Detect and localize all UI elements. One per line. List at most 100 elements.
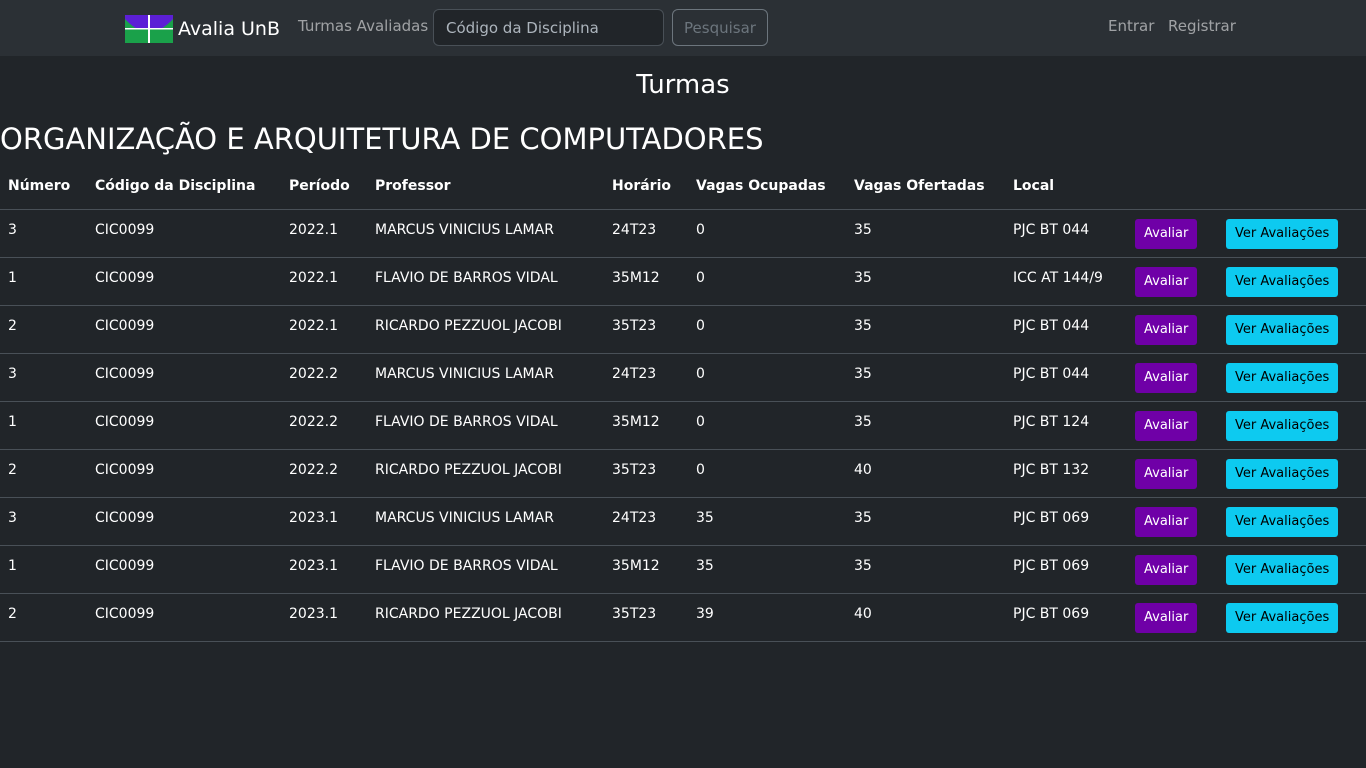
avaliar-button[interactable]: Avaliar xyxy=(1135,554,1198,585)
cell-horario: 24T23 xyxy=(604,209,688,258)
avaliar-button[interactable]: Avaliar xyxy=(1135,314,1198,345)
cell-avaliar: Avaliar xyxy=(1127,353,1218,402)
discipline-name: ORGANIZAÇÃO E ARQUITETURA DE COMPUTADORE… xyxy=(0,122,764,156)
cell-horario: 24T23 xyxy=(604,353,688,402)
ver-avaliacoes-button[interactable]: Ver Avaliações xyxy=(1226,362,1339,393)
cell-ocupadas: 0 xyxy=(688,449,846,498)
table-row: 2 CIC0099 2022.2 RICARDO PEZZUOL JACOBI 35T2… xyxy=(0,449,1366,498)
cell-ofertadas: 40 xyxy=(846,449,1005,498)
nav-link-register[interactable]: Registrar xyxy=(1168,17,1236,35)
ver-avaliacoes-button[interactable]: Ver Avaliações xyxy=(1226,554,1339,585)
table-row: 3 CIC0099 2022.1 MARCUS VINICIUS LAMAR 24T23… xyxy=(0,209,1366,258)
cell-ofertadas: 35 xyxy=(846,209,1005,258)
cell-codigo: CIC0099 xyxy=(87,593,281,642)
cell-professor: FLAVIO DE BARROS VIDAL xyxy=(367,401,604,450)
brand-link[interactable]: Avalia UnB xyxy=(125,15,280,43)
cell-professor: FLAVIO DE BARROS VIDAL xyxy=(367,257,604,306)
avaliar-button[interactable]: Avaliar xyxy=(1135,506,1198,537)
cell-numero: 3 xyxy=(0,353,87,402)
cell-local: PJC BT 069 xyxy=(1005,593,1127,642)
cell-horario: 35M12 xyxy=(604,401,688,450)
cell-numero: 1 xyxy=(0,401,87,450)
avaliar-button[interactable]: Avaliar xyxy=(1135,266,1198,297)
ver-avaliacoes-button[interactable]: Ver Avaliações xyxy=(1226,266,1339,297)
cell-local: PJC BT 124 xyxy=(1005,401,1127,450)
cell-ver-avaliacoes: Ver Avaliações xyxy=(1218,593,1366,642)
cell-numero: 2 xyxy=(0,305,87,354)
avaliar-button[interactable]: Avaliar xyxy=(1135,602,1198,633)
cell-codigo: CIC0099 xyxy=(87,257,281,306)
cell-numero: 1 xyxy=(0,545,87,594)
table-body: 3 CIC0099 2022.1 MARCUS VINICIUS LAMAR 24T23… xyxy=(0,209,1366,642)
avaliar-button[interactable]: Avaliar xyxy=(1135,362,1198,393)
cell-periodo: 2022.1 xyxy=(281,257,367,306)
cell-professor: MARCUS VINICIUS LAMAR xyxy=(367,353,604,402)
cell-periodo: 2023.1 xyxy=(281,497,367,546)
cell-ver-avaliacoes: Ver Avaliações xyxy=(1218,401,1366,450)
search-input[interactable] xyxy=(433,9,664,46)
cell-ocupadas: 0 xyxy=(688,257,846,306)
cell-professor: RICARDO PEZZUOL JACOBI xyxy=(367,593,604,642)
cell-horario: 35M12 xyxy=(604,545,688,594)
table-header-row: Número Código da Disciplina Período Prof… xyxy=(0,164,1366,210)
cell-ocupadas: 0 xyxy=(688,305,846,354)
cell-horario: 35T23 xyxy=(604,593,688,642)
nav-link-login[interactable]: Entrar xyxy=(1108,17,1154,35)
ver-avaliacoes-button[interactable]: Ver Avaliações xyxy=(1226,458,1339,489)
brand-name: Avalia UnB xyxy=(178,18,280,40)
cell-local: PJC BT 044 xyxy=(1005,353,1127,402)
navbar: Avalia UnB Turmas Avaliadas Pesquisar En… xyxy=(0,0,1366,56)
ver-avaliacoes-button[interactable]: Ver Avaliações xyxy=(1226,410,1339,441)
header-professor: Professor xyxy=(367,164,604,210)
ver-avaliacoes-button[interactable]: Ver Avaliações xyxy=(1226,506,1339,537)
avaliar-button[interactable]: Avaliar xyxy=(1135,410,1198,441)
cell-local: PJC BT 044 xyxy=(1005,305,1127,354)
cell-ocupadas: 0 xyxy=(688,353,846,402)
header-vagas-ocupadas: Vagas Ocupadas xyxy=(688,164,846,210)
ver-avaliacoes-button[interactable]: Ver Avaliações xyxy=(1226,602,1339,633)
search-button[interactable]: Pesquisar xyxy=(672,9,768,46)
cell-local: PJC BT 069 xyxy=(1005,497,1127,546)
cell-ver-avaliacoes: Ver Avaliações xyxy=(1218,305,1366,354)
cell-ver-avaliacoes: Ver Avaliações xyxy=(1218,257,1366,306)
header-vagas-ofertadas: Vagas Ofertadas xyxy=(846,164,1005,210)
cell-ofertadas: 35 xyxy=(846,353,1005,402)
cell-ocupadas: 35 xyxy=(688,545,846,594)
cell-ofertadas: 35 xyxy=(846,401,1005,450)
header-ver xyxy=(1218,164,1366,210)
cell-codigo: CIC0099 xyxy=(87,545,281,594)
cell-horario: 35M12 xyxy=(604,257,688,306)
table-row: 1 CIC0099 2022.1 FLAVIO DE BARROS VIDAL 35M1… xyxy=(0,257,1366,306)
table-row: 1 CIC0099 2022.2 FLAVIO DE BARROS VIDAL 35M1… xyxy=(0,401,1366,450)
cell-ofertadas: 35 xyxy=(846,545,1005,594)
table-row: 2 CIC0099 2022.1 RICARDO PEZZUOL JACOBI 35T2… xyxy=(0,305,1366,354)
cell-ocupadas: 35 xyxy=(688,497,846,546)
cell-ocupadas: 39 xyxy=(688,593,846,642)
cell-numero: 3 xyxy=(0,209,87,258)
cell-avaliar: Avaliar xyxy=(1127,497,1218,546)
cell-avaliar: Avaliar xyxy=(1127,257,1218,306)
table-row: 3 CIC0099 2023.1 MARCUS VINICIUS LAMAR 24T23… xyxy=(0,497,1366,546)
cell-periodo: 2023.1 xyxy=(281,545,367,594)
cell-codigo: CIC0099 xyxy=(87,209,281,258)
cell-codigo: CIC0099 xyxy=(87,497,281,546)
cell-horario: 35T23 xyxy=(604,449,688,498)
ver-avaliacoes-button[interactable]: Ver Avaliações xyxy=(1226,314,1339,345)
cell-periodo: 2022.2 xyxy=(281,353,367,402)
cell-ver-avaliacoes: Ver Avaliações xyxy=(1218,449,1366,498)
header-numero: Número xyxy=(0,164,87,210)
cell-local: PJC BT 069 xyxy=(1005,545,1127,594)
ver-avaliacoes-button[interactable]: Ver Avaliações xyxy=(1226,218,1339,249)
avaliar-button[interactable]: Avaliar xyxy=(1135,458,1198,489)
cell-ocupadas: 0 xyxy=(688,209,846,258)
avaliar-button[interactable]: Avaliar xyxy=(1135,218,1198,249)
cell-periodo: 2023.1 xyxy=(281,593,367,642)
cell-professor: MARCUS VINICIUS LAMAR xyxy=(367,209,604,258)
nav-link-turmas-avaliadas[interactable]: Turmas Avaliadas xyxy=(298,17,428,35)
cell-ver-avaliacoes: Ver Avaliações xyxy=(1218,497,1366,546)
table-row: 3 CIC0099 2022.2 MARCUS VINICIUS LAMAR 24T23… xyxy=(0,353,1366,402)
header-local: Local xyxy=(1005,164,1127,210)
cell-local: PJC BT 044 xyxy=(1005,209,1127,258)
cell-avaliar: Avaliar xyxy=(1127,593,1218,642)
cell-avaliar: Avaliar xyxy=(1127,449,1218,498)
